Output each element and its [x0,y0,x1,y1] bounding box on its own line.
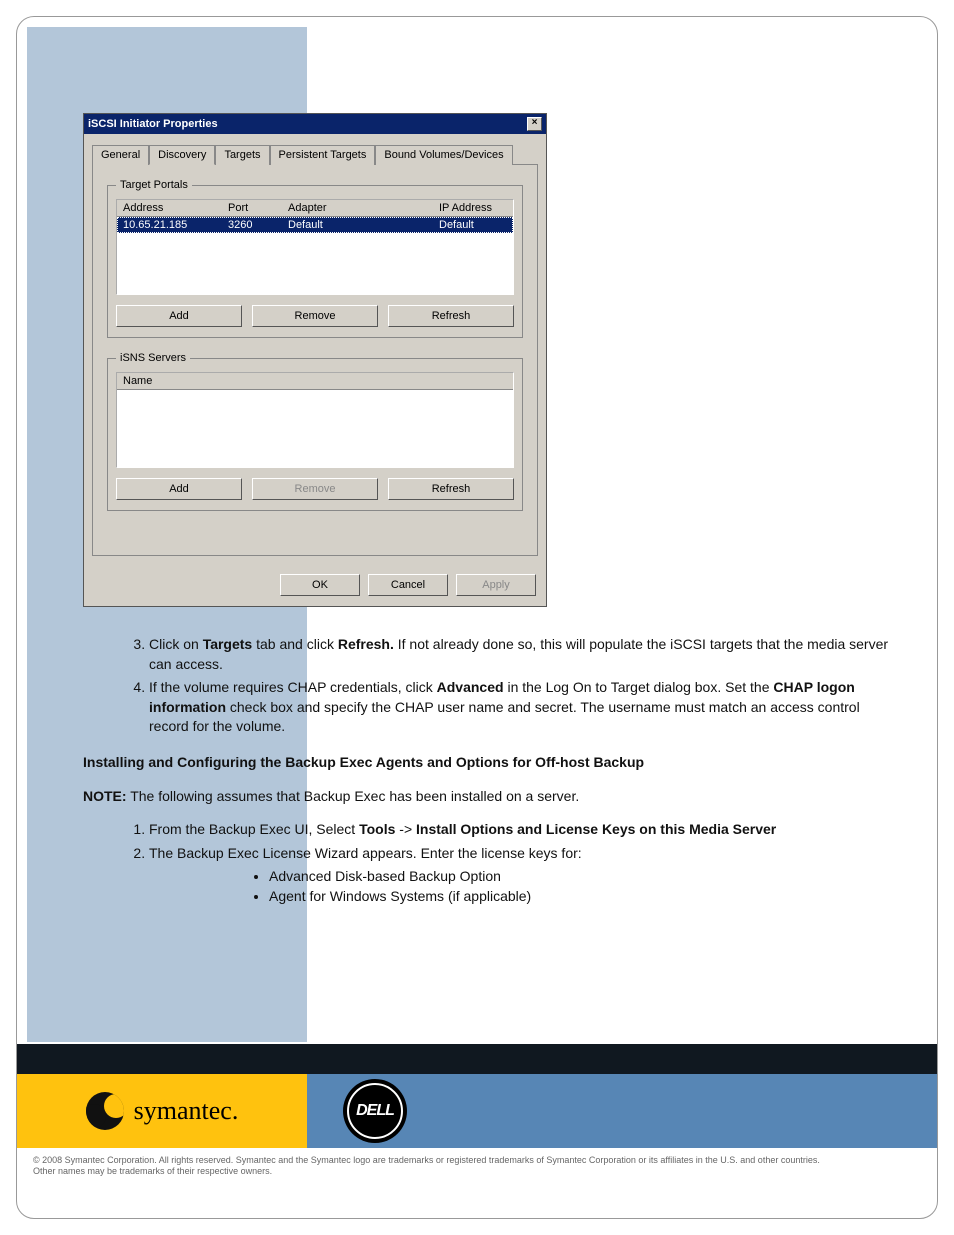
target-portals-group: Target Portals Address Port Adapter IP A… [107,179,523,338]
table-row[interactable]: 10.65.21.185 3260 Default Default [117,217,513,233]
steps-list-2: From the Backup Exec UI, Select Tools ->… [83,820,893,906]
footer-dark-bar [17,1044,937,1074]
step-3: Click on Targets tab and click Refresh. … [149,635,893,674]
cell-ip: Default [433,217,513,233]
symantec-logo-icon [86,1092,124,1130]
target-portals-buttons: Add Remove Refresh [116,305,514,327]
tab-strip: General Discovery Targets Persistent Tar… [92,144,538,164]
dialog-panel: Target Portals Address Port Adapter IP A… [92,164,538,556]
dialog-footer-buttons: OK Cancel Apply [84,564,546,606]
cell-address: 10.65.21.185 [117,217,222,233]
isns-add-button[interactable]: Add [116,478,242,500]
step-b2: The Backup Exec License Wizard appears. … [149,844,893,907]
dialog-title: iSCSI Initiator Properties [88,118,218,130]
license-bullets: Advanced Disk-based Backup Option Agent … [149,867,893,906]
ok-button[interactable]: OK [280,574,360,596]
isns-legend: iSNS Servers [116,352,190,364]
apply-button: Apply [456,574,536,596]
tab-bound-volumes[interactable]: Bound Volumes/Devices [375,145,512,165]
col-address[interactable]: Address [117,200,222,216]
legal-footer: © 2008 Symantec Corporation. All rights … [33,1155,921,1177]
isns-refresh-button[interactable]: Refresh [388,478,514,500]
isns-header: Name [117,373,513,390]
legal-line-1: © 2008 Symantec Corporation. All rights … [33,1155,921,1166]
isns-remove-button: Remove [252,478,378,500]
col-ip[interactable]: IP Address [433,200,513,216]
cancel-button[interactable]: Cancel [368,574,448,596]
tab-discovery[interactable]: Discovery [149,145,215,165]
tab-targets[interactable]: Targets [215,145,269,165]
target-portals-header: Address Port Adapter IP Address [117,200,513,217]
dialog-titlebar: iSCSI Initiator Properties × [84,114,546,134]
step-4: If the volume requires CHAP credentials,… [149,678,893,737]
page-frame: iSCSI Initiator Properties × General Dis… [16,16,938,1219]
steps-list-1: Click on Targets tab and click Refresh. … [83,635,893,737]
cell-adapter: Default [282,217,433,233]
cell-port: 3260 [222,217,282,233]
iscsi-dialog: iSCSI Initiator Properties × General Dis… [83,113,547,607]
symantec-wordmark: symantec. [134,1096,239,1126]
brand-bar: symantec. DELL [17,1074,937,1148]
col-port[interactable]: Port [222,200,282,216]
tp-add-button[interactable]: Add [116,305,242,327]
col-adapter[interactable]: Adapter [282,200,433,216]
isns-group: iSNS Servers Name Add Remove Refresh [107,352,523,511]
tp-refresh-button[interactable]: Refresh [388,305,514,327]
tab-general[interactable]: General [92,145,149,165]
target-portals-list[interactable]: Address Port Adapter IP Address 10.65.21… [116,199,514,295]
tab-persistent-targets[interactable]: Persistent Targets [270,145,376,165]
note-paragraph: NOTE: The following assumes that Backup … [83,787,893,807]
bullet-2: Agent for Windows Systems (if applicable… [269,887,893,907]
document-body: Click on Targets tab and click Refresh. … [83,635,893,907]
symantec-brand: symantec. [17,1074,307,1148]
tp-remove-button[interactable]: Remove [252,305,378,327]
target-portals-legend: Target Portals [116,179,192,191]
bullet-1: Advanced Disk-based Backup Option [269,867,893,887]
content-area: iSCSI Initiator Properties × General Dis… [83,113,903,921]
isns-buttons: Add Remove Refresh [116,478,514,500]
col-name[interactable]: Name [117,373,513,389]
dell-logo-icon: DELL [347,1083,403,1139]
heading-install-configure: Installing and Configuring the Backup Ex… [83,753,893,773]
dell-brand: DELL [307,1074,937,1148]
close-icon[interactable]: × [527,117,542,131]
isns-list[interactable]: Name [116,372,514,468]
step-b1: From the Backup Exec UI, Select Tools ->… [149,820,893,840]
legal-line-2: Other names may be trademarks of their r… [33,1166,921,1177]
